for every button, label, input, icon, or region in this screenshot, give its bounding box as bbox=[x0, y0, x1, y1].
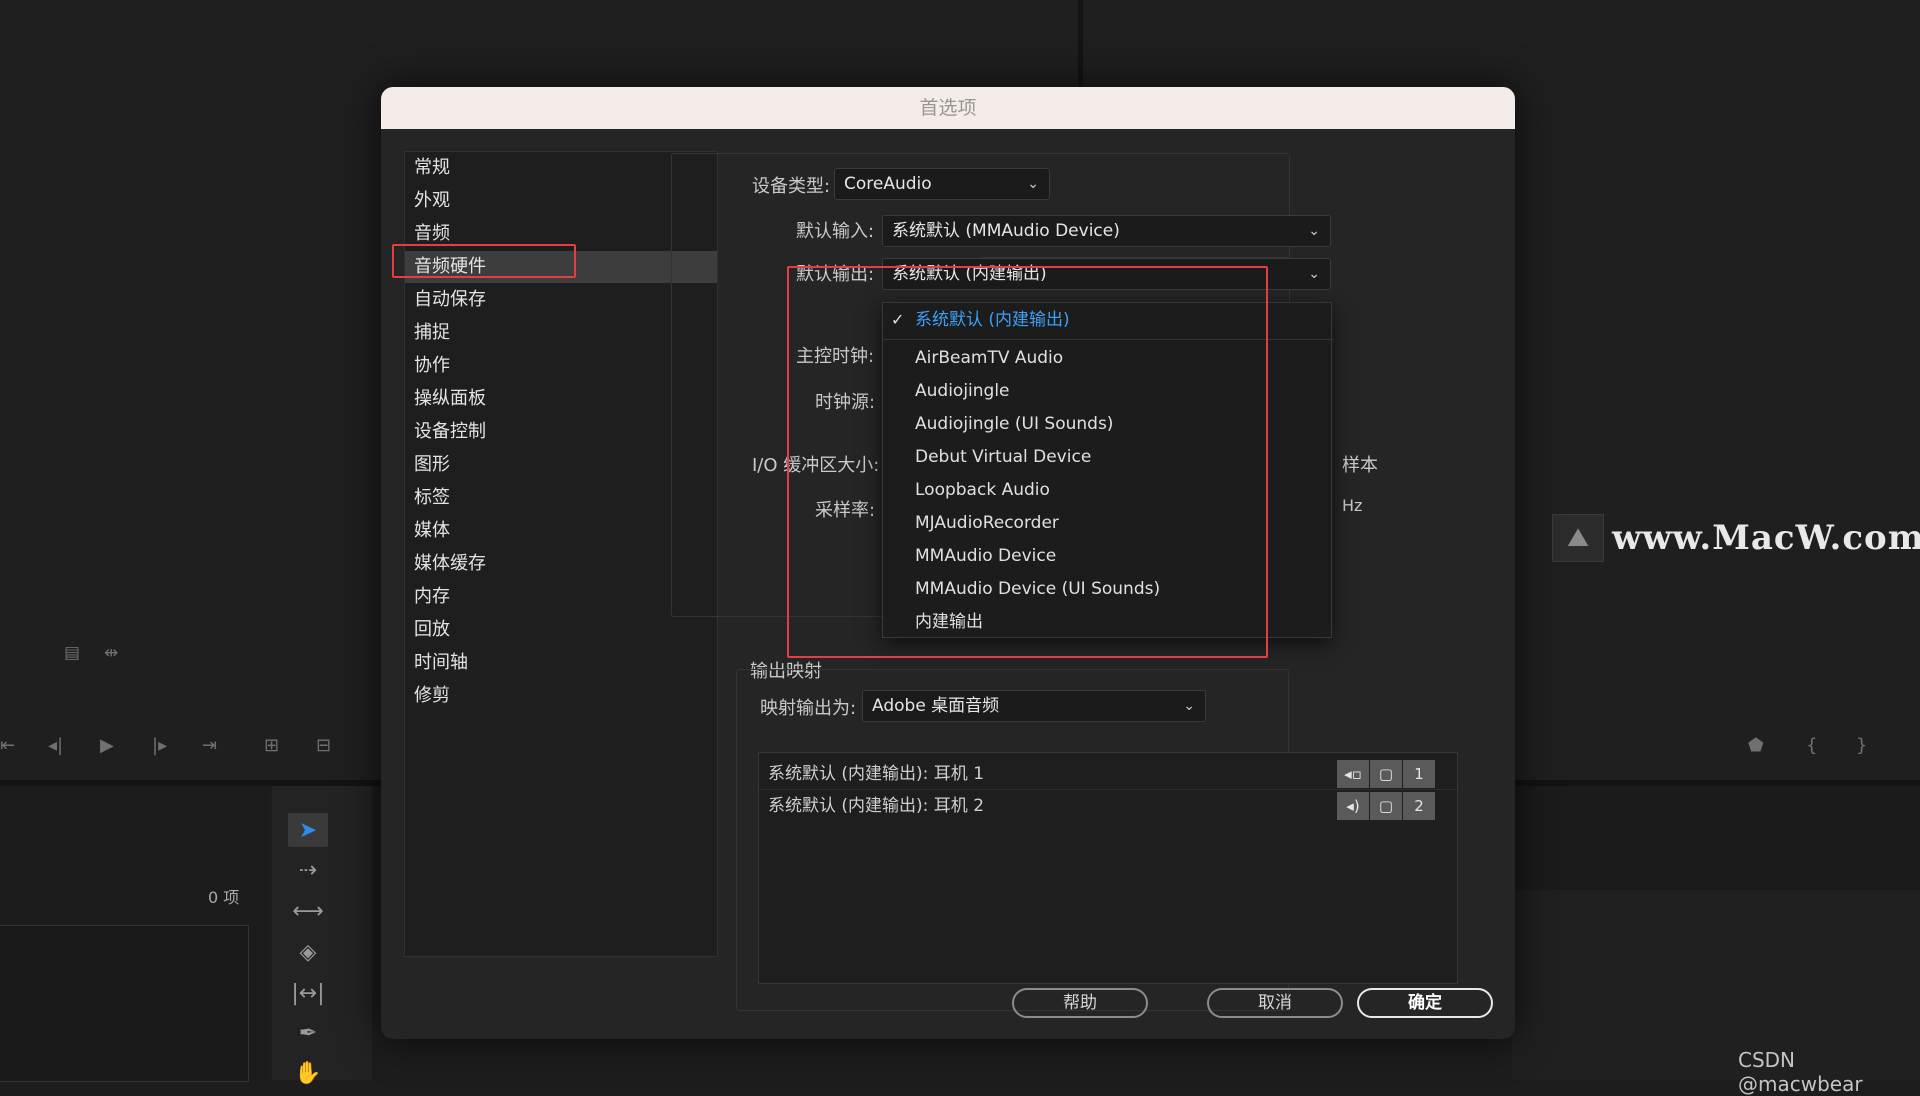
ripple-edit-tool-icon[interactable]: ⟷ bbox=[288, 894, 328, 928]
slip-tool-icon[interactable]: |↔| bbox=[288, 976, 328, 1010]
default-input-label: 默认输入: bbox=[796, 221, 875, 242]
channel-number: 2 bbox=[1403, 792, 1435, 820]
help-button[interactable]: 帮助 bbox=[1012, 988, 1148, 1018]
io-buffer-unit: 样本 bbox=[1342, 455, 1378, 476]
highlight-box-nav bbox=[392, 244, 576, 278]
highlight-box-dropdown bbox=[787, 266, 1268, 658]
speaker-icon[interactable]: ◂) bbox=[1337, 792, 1369, 820]
chevron-down-icon: ⌄ bbox=[1183, 698, 1195, 714]
marker-icon[interactable]: ⬟ bbox=[1748, 735, 1764, 756]
razor-tool-icon[interactable]: ◈ bbox=[288, 935, 328, 969]
mark-in-icon[interactable]: { bbox=[1806, 735, 1817, 756]
monitor-icon[interactable]: ▢ bbox=[1370, 792, 1402, 820]
credit-text: CSDN @macwbear bbox=[1738, 1048, 1863, 1096]
project-list bbox=[0, 925, 249, 1082]
sample-rate-unit: Hz bbox=[1342, 496, 1363, 515]
safe-margins-icon[interactable]: ▤ bbox=[64, 643, 80, 663]
channel-number: 1 bbox=[1403, 760, 1435, 788]
channel-map-row[interactable]: 系统默认 (内建输出): 耳机 1 ◂▫ ▢ 1 bbox=[759, 758, 1457, 790]
default-input-select[interactable]: 系统默认 (MMAudio Device) ⌄ bbox=[882, 215, 1331, 247]
speaker-muted-icon[interactable]: ◂▫ bbox=[1337, 760, 1369, 788]
channel-map-label: 系统默认 (内建输出): 耳机 2 bbox=[768, 796, 985, 816]
watermark-logo-icon: ⛰ bbox=[1552, 514, 1604, 562]
play-icon[interactable]: ▶ bbox=[100, 735, 114, 756]
watermark: ⛰ www.MacW.com bbox=[1552, 514, 1920, 562]
chevron-down-icon: ⌄ bbox=[1308, 266, 1320, 282]
cancel-button[interactable]: 取消 bbox=[1207, 988, 1343, 1018]
map-output-value: Adobe 桌面音频 bbox=[872, 696, 1000, 716]
go-to-in-icon[interactable]: ⇤ bbox=[0, 735, 15, 756]
channel-mapping-list: 系统默认 (内建输出): 耳机 1 ◂▫ ▢ 1 系统默认 (内建输出): 耳机… bbox=[758, 752, 1458, 984]
go-to-out-icon[interactable]: ⇥ bbox=[202, 735, 217, 756]
selection-tool-icon[interactable]: ➤ bbox=[288, 813, 328, 847]
step-back-icon[interactable]: ◂| bbox=[48, 735, 63, 756]
mark-out-icon[interactable]: } bbox=[1856, 735, 1867, 756]
overlay-icon[interactable]: ⊟ bbox=[316, 735, 331, 756]
map-output-select[interactable]: Adobe 桌面音频 ⌄ bbox=[862, 690, 1206, 722]
step-forward-icon[interactable]: |▸ bbox=[152, 735, 167, 756]
panel-divider bbox=[1078, 0, 1083, 90]
channel-map-label: 系统默认 (内建输出): 耳机 1 bbox=[768, 764, 985, 784]
ok-button[interactable]: 确定 bbox=[1357, 988, 1493, 1018]
map-output-label: 映射输出为: bbox=[760, 698, 857, 719]
insert-icon[interactable]: ⊞ bbox=[264, 735, 279, 756]
chevron-down-icon: ⌄ bbox=[1308, 223, 1320, 239]
watermark-text: www.MacW.com bbox=[1612, 518, 1920, 558]
monitor-icon[interactable]: ▢ bbox=[1370, 760, 1402, 788]
pen-tool-icon[interactable]: ✒ bbox=[288, 1016, 328, 1050]
overwrite-icon[interactable]: ⇹ bbox=[104, 643, 118, 663]
track-select-tool-icon[interactable]: ⇢ bbox=[288, 853, 328, 887]
hand-tool-icon[interactable]: ✋ bbox=[288, 1056, 328, 1090]
item-count: 0 项 bbox=[208, 888, 240, 907]
default-input-value: 系统默认 (MMAudio Device) bbox=[892, 221, 1120, 241]
channel-map-row[interactable]: 系统默认 (内建输出): 耳机 2 ◂) ▢ 2 bbox=[759, 790, 1457, 822]
dialog-title: 首选项 bbox=[381, 87, 1515, 129]
